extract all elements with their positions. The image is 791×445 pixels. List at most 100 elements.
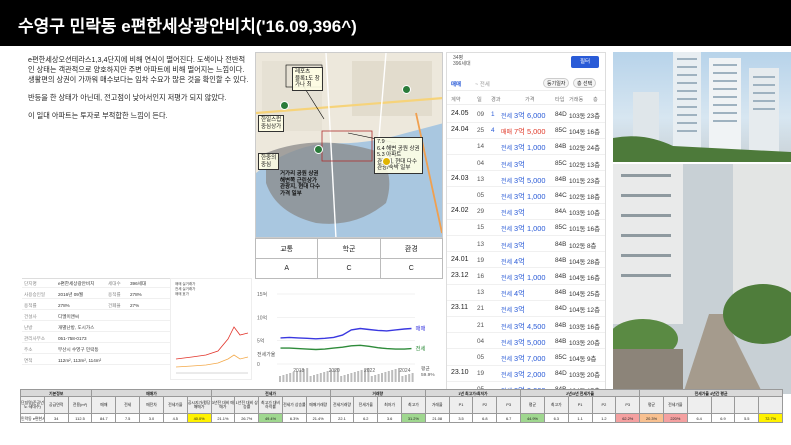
txn-row[interactable]: 24.04 25 4 매매 7억 5,000 85C 104동 16층 bbox=[447, 123, 605, 139]
info-row: 단지명 e편한세상광안비치 세대수 396세대 bbox=[22, 279, 170, 288]
table-column-header: 1년전 대비 상승률 bbox=[234, 396, 260, 414]
y-tick-label: 15억 bbox=[257, 291, 267, 298]
txn-day: 09 bbox=[477, 111, 485, 118]
txn-bld: 104동 bbox=[569, 307, 586, 315]
table-column-header: 매매 bbox=[91, 396, 117, 414]
txn-type: 전세 bbox=[501, 178, 513, 185]
info-v: 051-758-0173 bbox=[58, 335, 87, 341]
rating-header-transport: 교통 bbox=[254, 238, 319, 259]
txn-row[interactable]: 24.05 09 1 전세 3억 6,000 84D 103동 23층 bbox=[447, 107, 605, 123]
table-column-header: 전세가율 bbox=[162, 396, 188, 414]
floor-select-button[interactable]: 층 선택 bbox=[573, 78, 597, 88]
table-cell: 6.9 bbox=[710, 413, 736, 423]
txn-header: 34평 396세대 bbox=[453, 55, 471, 67]
table-column-header bbox=[710, 396, 736, 414]
txn-bld: 104동 bbox=[569, 291, 586, 299]
ratio-bar bbox=[370, 376, 373, 382]
table-cell: 4.5 bbox=[162, 413, 188, 423]
location-map[interactable]: 레포츠 블록1도 창 가나 최 한일스럽 중심상가 한중의 중심 7.9 6.4… bbox=[255, 52, 443, 238]
apartment-photo-street bbox=[613, 164, 791, 394]
table-group-header: 전세가율 4년간 평균 bbox=[639, 389, 783, 397]
txn-date: 24.04 bbox=[451, 126, 469, 134]
txn-bld: 103동 bbox=[569, 372, 586, 380]
table-cell: 44.9% bbox=[520, 413, 545, 423]
txn-row[interactable]: 04 전세 3억 85C 102동 13층 bbox=[447, 156, 605, 172]
txn-row[interactable]: 04 전세 3억 5,000 84B 103동 20층 bbox=[447, 334, 605, 350]
txn-price: 3억 2,000 bbox=[514, 370, 546, 380]
txn-row[interactable]: 24.03 13 전세 3억 5,000 84B 101동 23층 bbox=[447, 172, 605, 188]
table-cell: 220% bbox=[662, 413, 688, 423]
map-pin-icon[interactable] bbox=[314, 145, 323, 154]
table-column-header: 공시지가/평당매매가 bbox=[186, 396, 212, 414]
txn-flr: 13층 bbox=[587, 161, 600, 169]
info-v2: 396세대 bbox=[130, 280, 147, 286]
txn-price: 3억 1,000 bbox=[514, 273, 546, 282]
ratio-bar bbox=[391, 370, 394, 382]
table-column-header: P1 bbox=[448, 396, 474, 414]
txn-flr: 20층 bbox=[587, 372, 600, 380]
txn-row[interactable]: 24.02 29 전세 3억 84A 103동 10층 bbox=[447, 204, 605, 220]
txn-row[interactable]: 24.01 19 전세 4억 84B 104동 28층 bbox=[447, 253, 605, 269]
txn-flr: 8층 bbox=[587, 242, 597, 250]
table-column-header: 최고가 bbox=[543, 396, 569, 414]
txn-row[interactable]: 23.12 16 전세 3억 1,000 84B 104동 16층 bbox=[447, 269, 605, 285]
map-pin-icon[interactable] bbox=[382, 157, 391, 166]
info-k: 난방 bbox=[24, 324, 33, 330]
txn-flr: 20층 bbox=[587, 339, 600, 347]
table-column-header: 전세거래량 bbox=[329, 396, 355, 414]
filter-button[interactable]: 필터 bbox=[571, 56, 599, 68]
txn-size: 85C bbox=[555, 354, 567, 361]
table-column-header: 최고가 bbox=[401, 396, 426, 414]
txn-price: 3억 bbox=[514, 305, 525, 315]
ratio-bar bbox=[374, 375, 377, 382]
txn-row[interactable]: 23.10 19 전세 3억 2,000 84D 103동 20층 bbox=[447, 366, 605, 382]
info-k: 단지명 bbox=[24, 280, 37, 286]
txn-row[interactable]: 21 전세 3억 4,500 84B 103동 16층 bbox=[447, 318, 605, 334]
ratio-bar bbox=[411, 373, 414, 382]
table-column-header: 공급면적 bbox=[43, 396, 69, 414]
map-pin-icon[interactable] bbox=[280, 101, 289, 110]
table-column-header: 평균 bbox=[520, 396, 545, 414]
txn-flr: 23층 bbox=[587, 177, 600, 185]
table-cell: 6.4 bbox=[686, 413, 712, 423]
ratio-bar bbox=[350, 373, 353, 382]
txn-type: 전세 bbox=[501, 195, 513, 201]
txn-row[interactable]: 23.11 21 전세 3억 84D 104동 12층 bbox=[447, 301, 605, 318]
table-cell: 민락동 e편한세상광안비치('16.09·396) bbox=[20, 413, 45, 423]
txn-row[interactable]: 13 전세 4억 84B 104동 25층 bbox=[447, 285, 605, 301]
tab-rent[interactable]: ~ 전세 bbox=[475, 80, 490, 88]
txn-day: 04 bbox=[477, 159, 485, 167]
table-column-header: 3년전 대비 매매가 bbox=[210, 396, 236, 414]
txn-row[interactable]: 05 전세 3억 1,000 84C 102동 18층 bbox=[447, 188, 605, 204]
col-price: 가격 bbox=[525, 97, 535, 103]
sort-date-button[interactable]: 등기일자 bbox=[543, 78, 570, 88]
ratio-bar bbox=[408, 374, 411, 382]
txn-price: 7억 5,000 bbox=[514, 127, 546, 137]
txn-day: 13 bbox=[477, 289, 485, 297]
table-group-header: 거래량 bbox=[329, 389, 426, 397]
txn-row[interactable]: 13 전세 3억 84B 102동 8층 bbox=[447, 237, 605, 253]
table-column-header: 매매거래량 bbox=[305, 396, 331, 414]
txn-row[interactable]: 05 전세 3억 7,000 85C 104동 9층 bbox=[447, 350, 605, 366]
txn-row[interactable]: 14 전세 3억 1,000 84B 102동 24층 bbox=[447, 139, 605, 156]
txn-type: 전세 bbox=[501, 162, 513, 169]
txn-flr: 23층 bbox=[587, 113, 600, 120]
txn-tabs: 매매 ~ 전세 등기일자 층 선택 bbox=[447, 77, 605, 91]
txn-bld: 103동 bbox=[569, 339, 586, 347]
table-column-header bbox=[686, 396, 712, 414]
table-cell: 62.2% bbox=[615, 413, 641, 423]
map-pin-icon[interactable] bbox=[402, 85, 411, 94]
table-column-header: P2 bbox=[472, 396, 498, 414]
txn-day: 19 bbox=[477, 256, 485, 264]
ratio-bar bbox=[377, 374, 380, 382]
txn-type: 전세 bbox=[501, 276, 513, 282]
txn-day: 21 bbox=[477, 321, 485, 329]
mini-chart-graphic bbox=[175, 326, 249, 374]
txn-type: 전세 bbox=[501, 373, 513, 380]
txn-bld: 102동 bbox=[569, 194, 586, 201]
ratio-bar bbox=[360, 370, 363, 382]
table-cell: 21.4% bbox=[305, 413, 331, 423]
table-column-header: 거래율 bbox=[424, 396, 450, 414]
tab-sale[interactable]: 매매 bbox=[451, 80, 461, 88]
txn-row[interactable]: 15 전세 3억 1,000 85C 101동 16층 bbox=[447, 220, 605, 237]
